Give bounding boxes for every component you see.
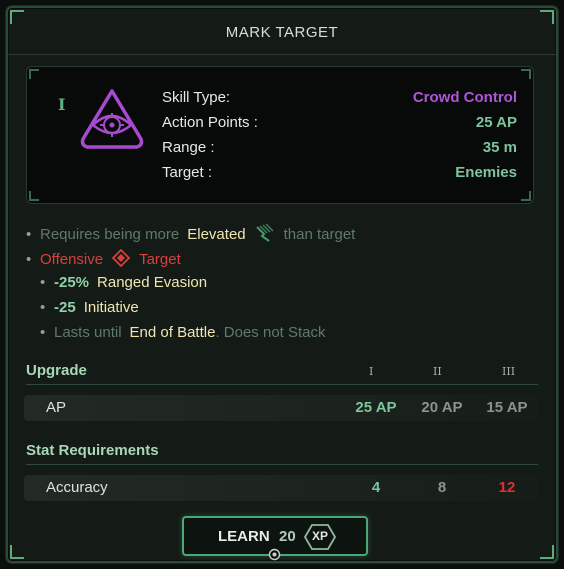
title-divider xyxy=(8,54,556,55)
requirement-value-tier-2: 8 xyxy=(437,479,447,496)
frame-corner xyxy=(540,545,554,559)
eye-target-icon xyxy=(77,87,147,157)
section-divider xyxy=(26,384,538,385)
upgrade-value-tier-3: 15 AP xyxy=(486,399,528,416)
section-divider xyxy=(26,464,538,465)
target-diamond-icon xyxy=(111,248,131,268)
controller-focus-icon xyxy=(268,548,281,561)
requirement-value-tier-3: 12 xyxy=(498,479,516,496)
effect-initiative: • -25 Initiative xyxy=(40,299,139,316)
stat-requirements-heading: Stat Requirements xyxy=(26,442,159,459)
stat-value: Enemies xyxy=(455,164,517,181)
skill-info-box: I Skill Type: Crowd Control Action Point… xyxy=(26,66,534,204)
xp-hexagon-icon: XP xyxy=(304,523,336,551)
stat-label: Skill Type: xyxy=(162,89,231,106)
effect-label: Ranged Evasion xyxy=(97,274,208,291)
stat-action-points: Action Points : 25 AP xyxy=(162,114,517,138)
effect-requires-elevated: • Requires being more Elevated than target xyxy=(26,223,356,243)
effect-label: Initiative xyxy=(83,299,139,316)
box-corner xyxy=(521,191,531,201)
tier-2-header: II xyxy=(433,365,442,378)
effect-ranged-evasion: • -25% Ranged Evasion xyxy=(40,274,208,291)
stat-value: 25 AP xyxy=(475,114,517,131)
upgrade-value-tier-2: 20 AP xyxy=(421,399,463,416)
requirement-value-tier-1: 4 xyxy=(371,479,381,496)
tier-3-header: III xyxy=(502,365,516,378)
effect-duration: • Lasts until End of Battle. Does not Stac… xyxy=(40,324,326,341)
effect-keyword: Target xyxy=(139,251,181,268)
stat-skill-type: Skill Type: Crowd Control xyxy=(162,89,517,113)
frame-corner xyxy=(540,10,554,24)
upgrade-row-ap: AP 25 AP 20 AP 15 AP xyxy=(24,395,538,421)
learn-button-label: LEARN xyxy=(218,528,270,545)
effect-text: . Does not Stack xyxy=(215,324,326,341)
effect-offensive-label: Offensive xyxy=(40,251,104,268)
learn-cost: 20 xyxy=(279,528,296,545)
skill-title: MARK TARGET xyxy=(225,24,339,41)
box-corner xyxy=(521,69,531,79)
box-corner xyxy=(29,69,39,79)
stat-target: Target : Enemies xyxy=(162,164,517,188)
stat-value: Crowd Control xyxy=(412,89,517,106)
stat-value: 35 m xyxy=(482,139,517,156)
requirement-row-label: Accuracy xyxy=(46,479,108,496)
elevation-icon xyxy=(254,223,276,242)
upgrade-heading: Upgrade xyxy=(26,362,87,379)
effect-value: -25 xyxy=(54,299,76,316)
xp-currency-label: XP xyxy=(311,529,328,543)
effect-offensive-target: • Offensive Target xyxy=(26,248,181,268)
effect-keyword: End of Battle xyxy=(129,324,216,341)
frame-corner xyxy=(10,545,24,559)
stat-label: Target : xyxy=(162,164,213,181)
effect-text: Lasts until xyxy=(54,324,122,341)
stat-range: Range : 35 m xyxy=(162,139,517,163)
tier-1-header: I xyxy=(369,365,374,378)
stat-label: Range : xyxy=(162,139,215,156)
upgrade-row-label: AP xyxy=(46,399,67,416)
box-corner xyxy=(29,191,39,201)
effect-text: than target xyxy=(283,226,356,243)
requirement-row-accuracy: Accuracy 4 8 12 xyxy=(24,475,538,501)
skill-tier-mark: I xyxy=(58,95,66,114)
frame-corner xyxy=(10,10,24,24)
effect-keyword: Elevated xyxy=(187,226,246,243)
effect-text: Requires being more xyxy=(40,226,180,243)
stat-label: Action Points : xyxy=(162,114,258,131)
effect-value: -25% xyxy=(54,274,90,291)
upgrade-value-tier-1: 25 AP xyxy=(355,399,397,416)
